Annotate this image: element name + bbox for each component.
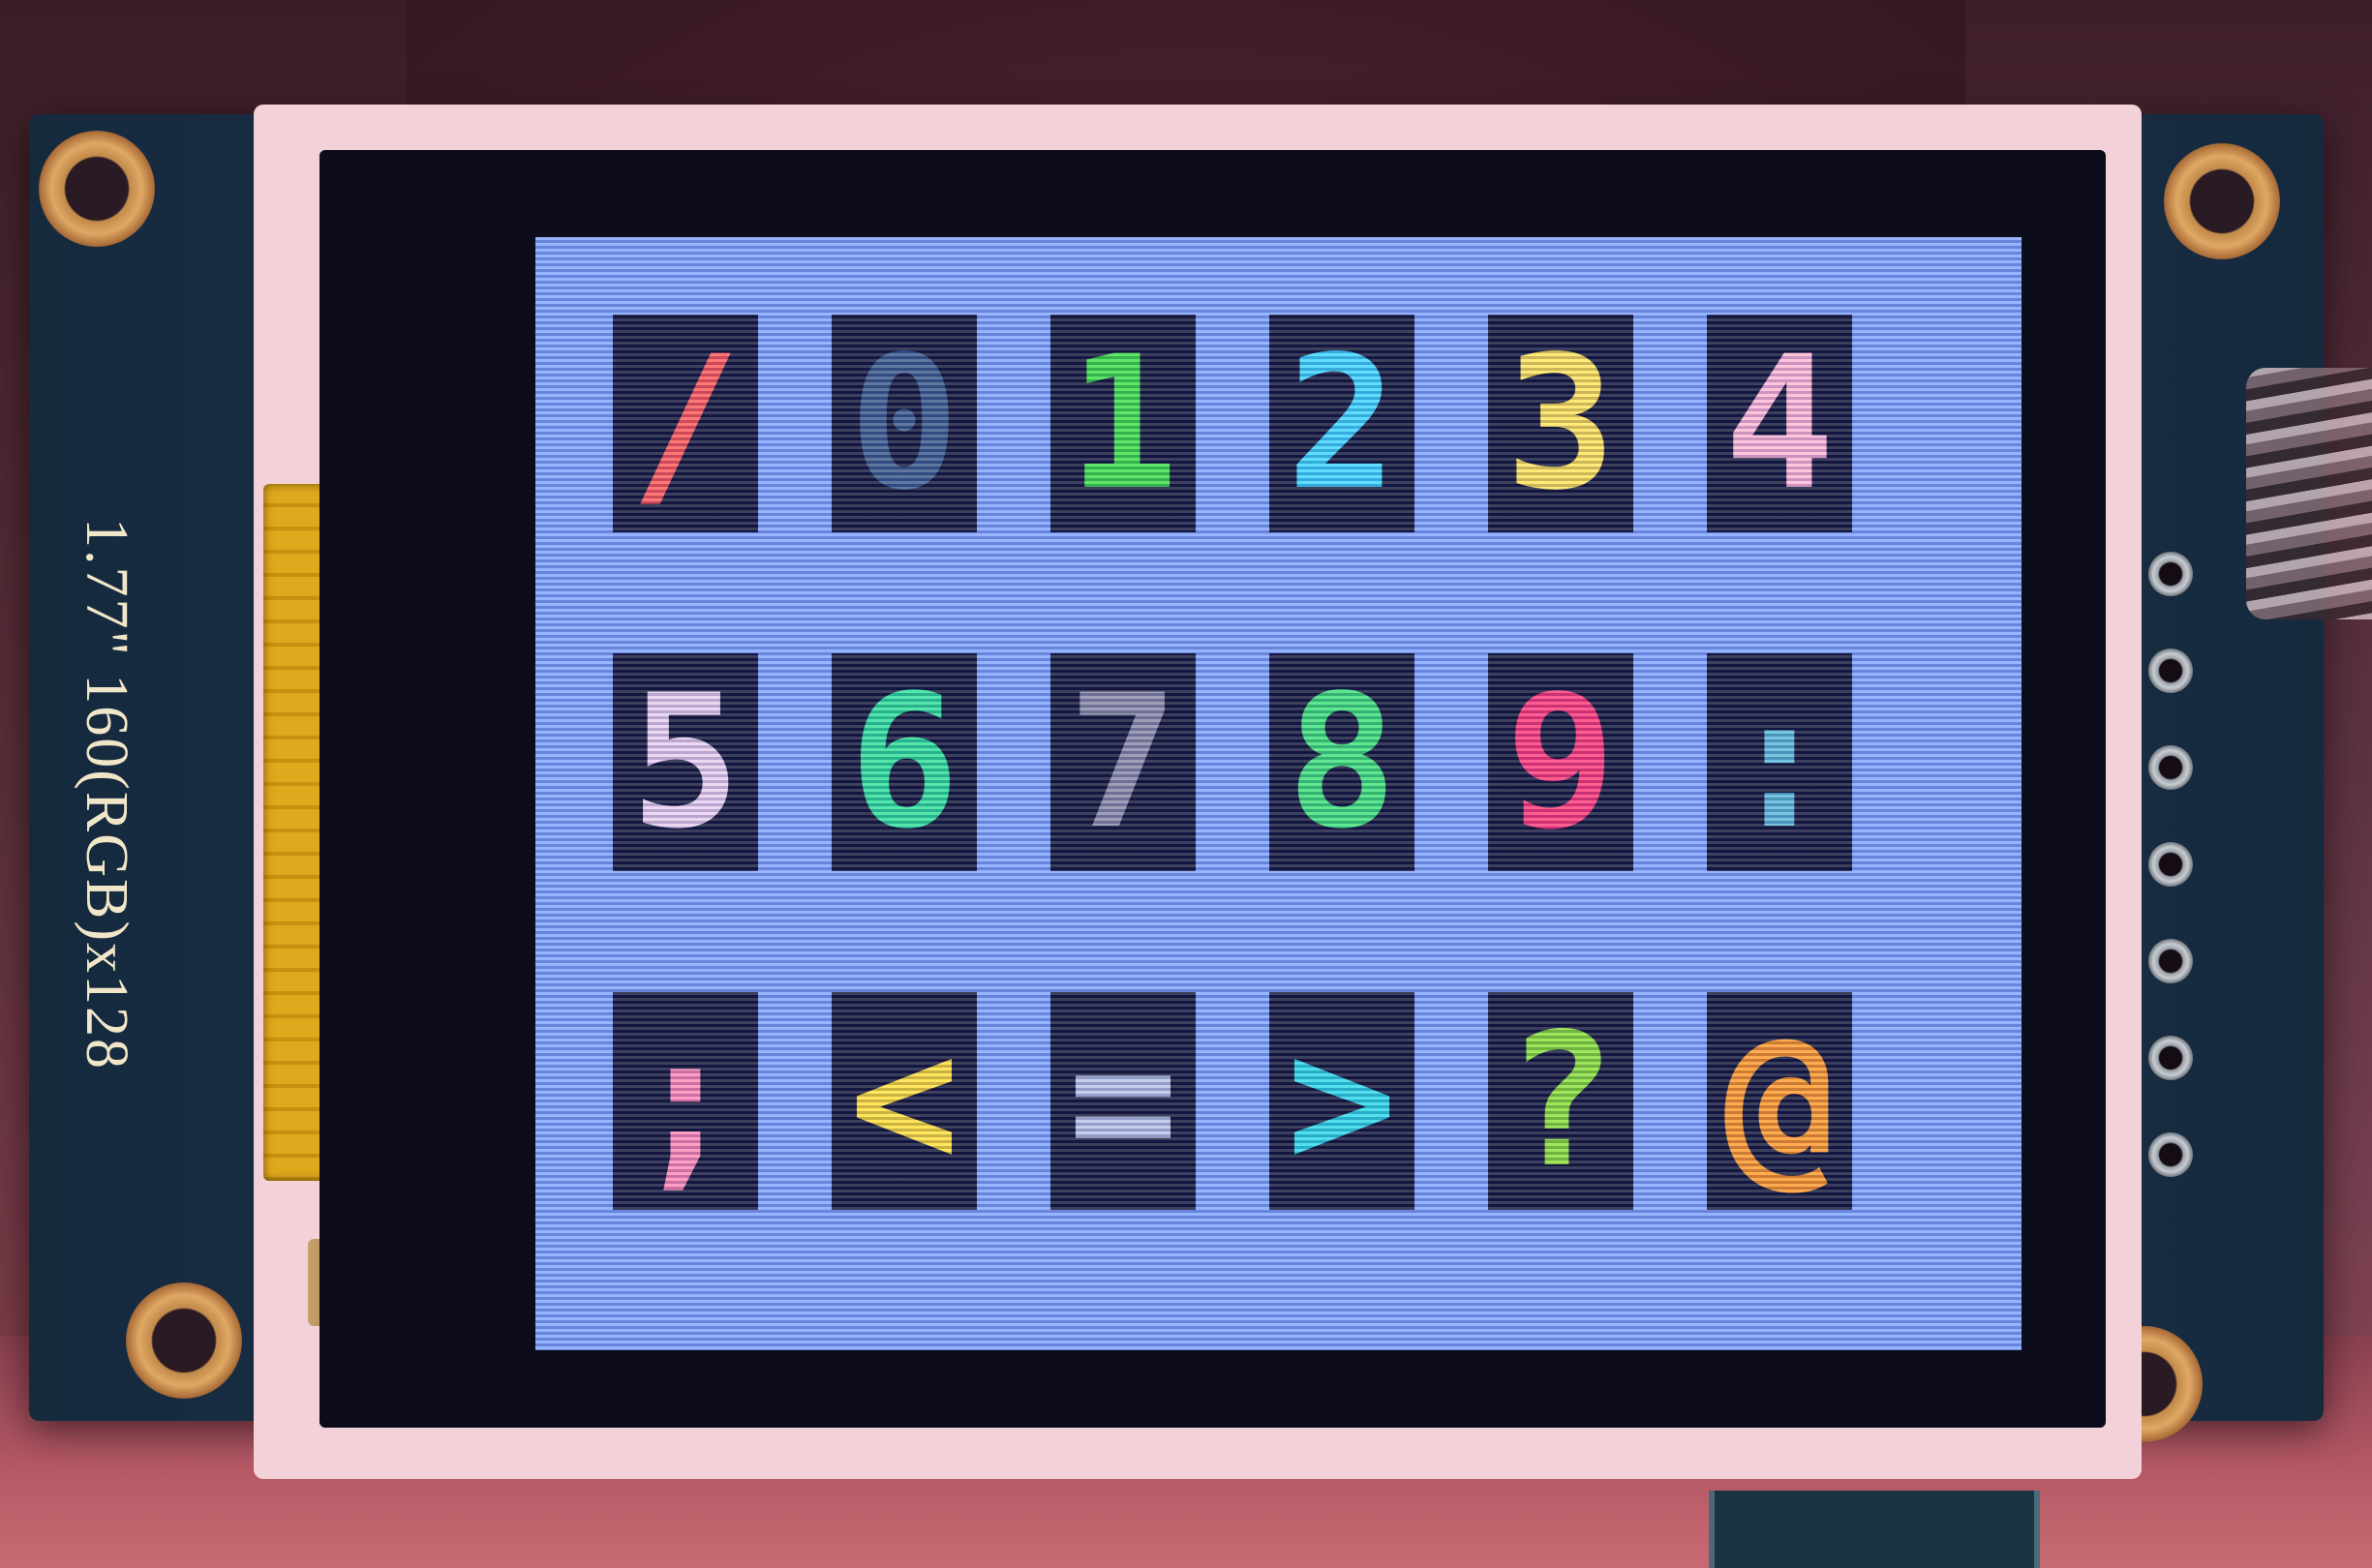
glyph-character: = xyxy=(1067,993,1179,1208)
pin-hole xyxy=(2148,1132,2193,1177)
pin-hole xyxy=(2148,552,2193,596)
glyph-character: ; xyxy=(629,993,742,1208)
glyph-tile: > xyxy=(1269,992,1414,1210)
glyph-tile: = xyxy=(1050,992,1196,1210)
glyph-tile: 4 xyxy=(1707,315,1852,532)
glyph-tile: 5 xyxy=(613,653,758,871)
glyph-tile: 7 xyxy=(1050,653,1196,871)
glyph-tile: < xyxy=(832,992,977,1210)
pin-hole xyxy=(2148,842,2193,887)
glyph-tile: 6 xyxy=(832,653,977,871)
glyph-character: : xyxy=(1723,654,1836,869)
glyph-tile: 1 xyxy=(1050,315,1196,532)
glyph-character: 5 xyxy=(629,654,742,869)
glyph-character: < xyxy=(848,993,960,1208)
glyph-character: 8 xyxy=(1286,654,1398,869)
glyph-character: @ xyxy=(1723,993,1836,1208)
silkscreen-label: 1.77" 160(RGB)x128 xyxy=(48,358,165,1229)
pin-hole xyxy=(2148,648,2193,693)
glyph-tile: @ xyxy=(1707,992,1852,1210)
glyph-tile: 9 xyxy=(1488,653,1633,871)
mount-hole-top-right xyxy=(2164,143,2280,259)
glyph-tile: 2 xyxy=(1269,315,1414,532)
glyph-grid: / 0 1 2 3 4 5 6 7 8 9:; < = >? @ xyxy=(613,315,1944,1282)
glyph-character: 3 xyxy=(1505,316,1617,530)
pin-hole xyxy=(2148,745,2193,790)
glyph-character: 6 xyxy=(848,654,960,869)
glyph-character: 4 xyxy=(1723,316,1836,530)
mount-hole-top-left xyxy=(39,131,155,247)
glyph-tile: ; xyxy=(613,992,758,1210)
pin-hole xyxy=(2148,1036,2193,1080)
glyph-tile: 3 xyxy=(1488,315,1633,532)
glyph-tile: / xyxy=(613,315,758,532)
glyph-character: 7 xyxy=(1067,654,1179,869)
glyph-tile: : xyxy=(1707,653,1852,871)
glyph-character: 1 xyxy=(1067,316,1179,530)
ribbon-connector xyxy=(1709,1491,2040,1568)
glyph-character: ? xyxy=(1505,993,1617,1208)
glyph-tile: 8 xyxy=(1269,653,1414,871)
glyph-character: 2 xyxy=(1286,316,1398,530)
glyph-tile: 0 xyxy=(832,315,977,532)
mount-hole-bottom-left xyxy=(126,1282,242,1399)
glyph-character: > xyxy=(1286,993,1398,1208)
jumper-wires xyxy=(2246,368,2372,619)
silkscreen-text: 1.77" 160(RGB)x128 xyxy=(74,517,140,1070)
glyph-character: / xyxy=(629,316,742,530)
pin-hole xyxy=(2148,939,2193,983)
glyph-tile: ? xyxy=(1488,992,1633,1210)
lcd-display: / 0 1 2 3 4 5 6 7 8 9:; < = >? @ xyxy=(535,237,2022,1350)
glyph-character: 9 xyxy=(1505,654,1617,869)
glyph-character: 0 xyxy=(848,316,960,530)
